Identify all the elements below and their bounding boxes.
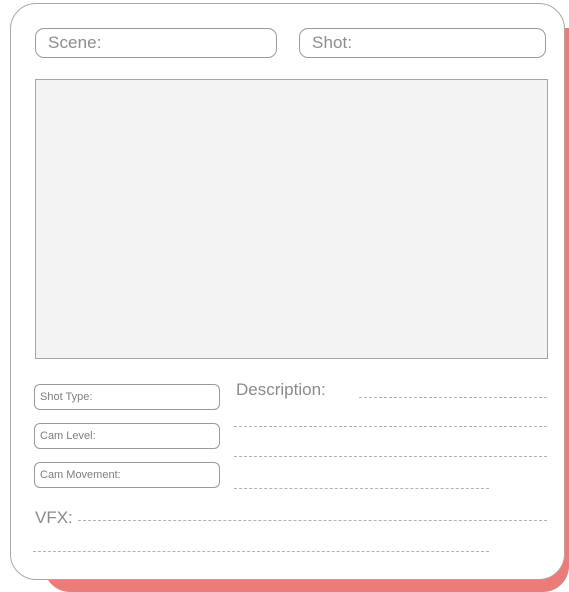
scene-label: Scene: bbox=[48, 33, 102, 52]
vfx-label: VFX: bbox=[35, 508, 73, 527]
description-line-2[interactable] bbox=[234, 426, 547, 427]
description-label: Description: bbox=[236, 380, 326, 399]
shot-type-field[interactable]: Shot Type: bbox=[34, 384, 220, 410]
cam-level-label: Cam Level: bbox=[40, 430, 96, 442]
storyboard-card: Scene: Shot: Shot Type: Cam Level: Cam M… bbox=[10, 3, 565, 580]
image-placeholder[interactable] bbox=[35, 79, 548, 359]
description-line-4[interactable] bbox=[234, 488, 489, 489]
storyboard-page: Scene: Shot: Shot Type: Cam Level: Cam M… bbox=[0, 0, 569, 592]
cam-movement-field[interactable]: Cam Movement: bbox=[34, 462, 220, 488]
shot-type-label: Shot Type: bbox=[40, 391, 93, 403]
vfx-line-1[interactable] bbox=[78, 520, 547, 521]
scene-field[interactable]: Scene: bbox=[35, 28, 277, 58]
shot-field[interactable]: Shot: bbox=[299, 28, 546, 58]
shot-label: Shot: bbox=[312, 33, 353, 52]
description-line-3[interactable] bbox=[234, 456, 547, 457]
cam-level-field[interactable]: Cam Level: bbox=[34, 423, 220, 449]
vfx-line-2[interactable] bbox=[33, 551, 489, 552]
cam-movement-label: Cam Movement: bbox=[40, 469, 121, 481]
description-line-1[interactable] bbox=[359, 397, 547, 398]
